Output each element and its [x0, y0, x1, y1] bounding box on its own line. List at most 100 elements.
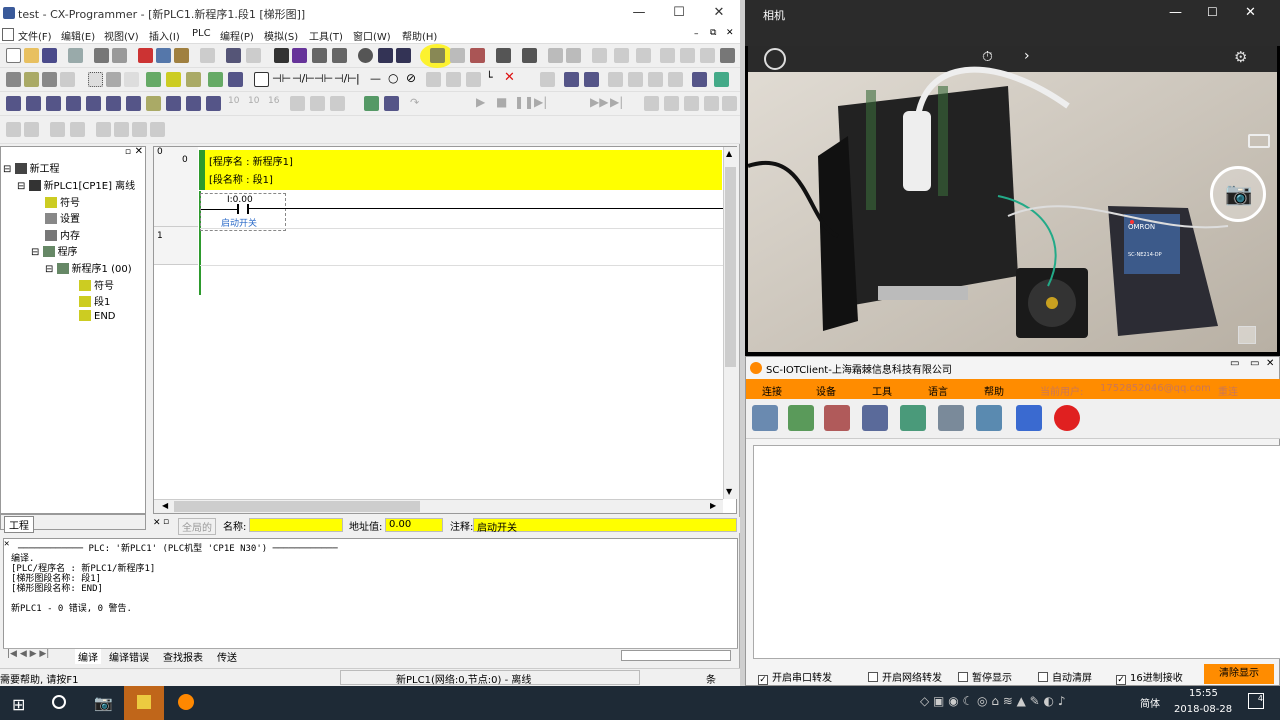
step-over-icon[interactable]: ▶▶	[590, 95, 608, 109]
ladder-view-icon[interactable]	[208, 72, 223, 87]
properties-icon[interactable]	[358, 48, 373, 63]
online-work-icon[interactable]	[430, 48, 445, 63]
gallery-thumbnail[interactable]	[1238, 326, 1256, 344]
delete-line-icon[interactable]: ✕	[504, 70, 515, 85]
cut-icon[interactable]	[138, 48, 153, 63]
run-icon[interactable]: ▶	[476, 95, 485, 109]
comment-icon[interactable]	[106, 72, 121, 87]
zoom-out-icon[interactable]	[42, 72, 57, 87]
menu-edit[interactable]: 编辑(E)	[61, 28, 95, 43]
tree-node-project[interactable]: ⊟ 新工程	[3, 160, 60, 175]
scroll-right-icon[interactable]: ▶	[710, 501, 716, 510]
shutter-button[interactable]: 📷	[1210, 166, 1266, 222]
zoom-icon[interactable]	[6, 72, 21, 87]
tab-find-report[interactable]: 查找报表	[163, 649, 203, 664]
video-mode-icon[interactable]	[1248, 134, 1270, 148]
step-into-icon[interactable]: ▶|	[534, 95, 547, 109]
menu-program[interactable]: 编程(P)	[220, 28, 254, 43]
transfer-icon[interactable]	[976, 405, 1002, 431]
power-icon[interactable]	[1054, 405, 1080, 431]
device-list-icon[interactable]	[862, 405, 888, 431]
scroll-left-icon[interactable]: ◀	[162, 501, 168, 510]
monitor-bits-icon[interactable]	[290, 96, 305, 111]
st-window-icon[interactable]	[146, 96, 161, 111]
tool-a-icon[interactable]	[96, 122, 111, 137]
contact-ornc-icon[interactable]: ⊣/⊢	[334, 72, 357, 85]
contact-nc-icon[interactable]: ⊣/⊢	[292, 72, 315, 85]
program-mode-icon[interactable]	[548, 48, 563, 63]
simulator-icon[interactable]	[364, 96, 379, 111]
print-preview-icon[interactable]	[68, 48, 83, 63]
windows-start-icon[interactable]: ⊞	[12, 695, 25, 714]
taskbar-cx-programmer[interactable]	[124, 686, 164, 720]
mnemonics-window-icon[interactable]	[166, 96, 181, 111]
menu-help[interactable]: 帮助(H)	[402, 28, 437, 43]
output-hscroll[interactable]	[621, 650, 731, 661]
show-comments-icon[interactable]	[146, 72, 161, 87]
grid-icon[interactable]	[88, 72, 103, 87]
indent-icon[interactable]	[6, 122, 21, 137]
iot-menu-language[interactable]: 语言	[928, 383, 948, 398]
checkbox-serial-forward[interactable]: ✓ 开启串口转发	[758, 669, 832, 685]
tab-compile-errors[interactable]: 编译错误	[109, 649, 149, 664]
address-reference-icon[interactable]	[332, 48, 347, 63]
iot-menu-help[interactable]: 帮助	[984, 383, 1004, 398]
taskbar-iot-client[interactable]	[166, 686, 206, 720]
tree-node-section1[interactable]: 段1	[79, 293, 110, 308]
set-icon[interactable]	[660, 48, 675, 63]
tree-node-settings[interactable]: 设置	[45, 210, 80, 225]
contact-or-icon[interactable]: ⊣⊢	[314, 72, 333, 85]
horizontal-line-icon[interactable]: —	[370, 72, 381, 85]
simulator-settings-icon[interactable]	[384, 96, 399, 111]
binary-view-icon[interactable]: 10	[228, 96, 239, 106]
iot-receive-area[interactable]	[753, 445, 1280, 659]
iot-menu-device[interactable]: 设备	[816, 383, 836, 398]
iot-relogin-link[interactable]: 重连	[1218, 383, 1238, 398]
properties-window-icon[interactable]	[86, 96, 101, 111]
print-icon[interactable]	[94, 48, 109, 63]
minimize-button[interactable]: —	[624, 4, 654, 22]
address-field[interactable]: 0.00	[385, 518, 443, 532]
mdi-close-icon[interactable]: ✕	[726, 28, 734, 38]
scroll-down-icon[interactable]: ▼	[726, 487, 732, 496]
bp-toggle-icon[interactable]	[704, 96, 719, 111]
delete-icon[interactable]	[200, 48, 215, 63]
tree-node-end[interactable]: END	[79, 310, 116, 322]
find-icon[interactable]	[274, 48, 289, 63]
list2-icon[interactable]	[70, 122, 85, 137]
pause-sim-icon[interactable]: ❚❚	[514, 95, 534, 109]
monitor-step-icon[interactable]	[330, 96, 345, 111]
iot-close-button[interactable]: ✕	[1266, 358, 1274, 369]
taskbar-camera-app[interactable]: 📷	[82, 686, 122, 720]
decimal-view-icon[interactable]: 10	[248, 96, 259, 106]
tool-d-icon[interactable]	[150, 122, 165, 137]
task-view-icon[interactable]	[52, 695, 66, 709]
menu-insert[interactable]: 插入(I)	[149, 28, 180, 43]
force-cancel-icon[interactable]	[668, 72, 683, 87]
close-button[interactable]: ✕	[704, 4, 734, 22]
tab-compile[interactable]: 编译	[75, 649, 101, 664]
zoom-in-icon[interactable]	[24, 72, 39, 87]
clear-display-button[interactable]: 清除显示	[1204, 664, 1274, 684]
horizontal-scrollbar[interactable]: ◀ ▶	[154, 499, 723, 513]
timer-icon[interactable]: ⏱	[982, 49, 993, 65]
iot-minimize-button[interactable]: ▭	[1230, 358, 1239, 369]
menu-tools[interactable]: 工具(T)	[309, 28, 343, 43]
maximize-button[interactable]: ☐	[664, 4, 694, 22]
pause-icon[interactable]	[566, 48, 581, 63]
pt-contact-icon[interactable]	[446, 72, 461, 87]
address-view-icon[interactable]	[186, 72, 201, 87]
diff-icon[interactable]	[700, 48, 715, 63]
memory-window-icon[interactable]	[206, 96, 221, 111]
tree-pin-icon[interactable]: ▫	[125, 147, 131, 157]
camera-settings-icon[interactable]: ⚙	[1234, 48, 1247, 66]
checkbox-network-forward[interactable]: 开启网络转发	[868, 669, 942, 684]
compare-icon[interactable]	[592, 48, 607, 63]
field-bar-close-icon[interactable]: ✕	[153, 518, 161, 528]
iot-menu-connect[interactable]: 连接	[762, 383, 782, 398]
tree-node-psymbols[interactable]: 符号	[79, 277, 114, 292]
preview-icon[interactable]	[112, 48, 127, 63]
copy-icon[interactable]	[156, 48, 171, 63]
vertical-scroll-thumb[interactable]	[725, 167, 736, 367]
tab-nav-icons[interactable]: |◀ ◀ ▶ ▶|	[7, 649, 49, 659]
